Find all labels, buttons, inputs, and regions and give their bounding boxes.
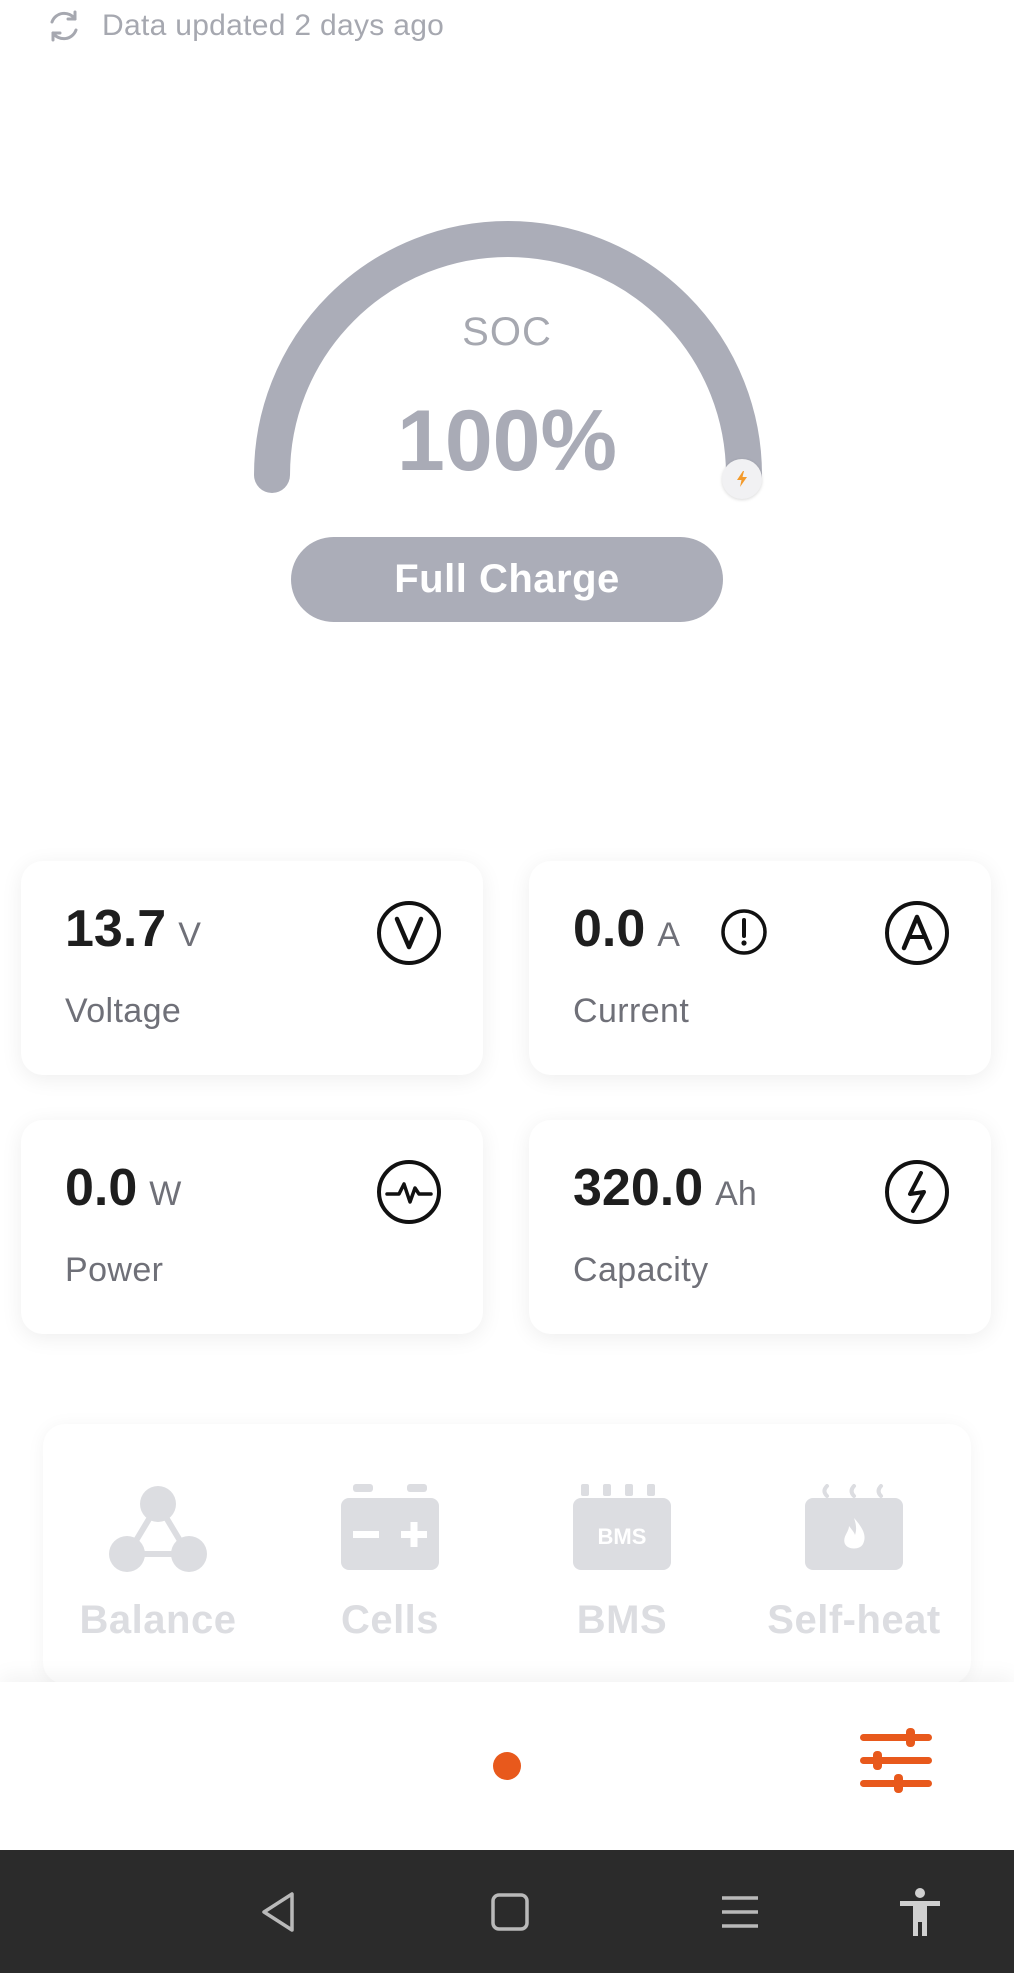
voltage-card[interactable]: 13.7 V Voltage (21, 861, 483, 1075)
self-heat-icon (805, 1484, 903, 1570)
battery-cells-icon (341, 1484, 439, 1570)
battery-dashboard: Data updated 2 days ago SOC 100% Full Ch… (0, 0, 1014, 1973)
current-unit: A (657, 916, 680, 954)
current-value: 0.0 (573, 900, 646, 958)
tool-bms-label: BMS (576, 1598, 668, 1642)
balance-icon (109, 1486, 207, 1572)
bottom-app-bar (0, 1682, 1014, 1850)
current-card[interactable]: 0.0 A Current (529, 861, 991, 1075)
refresh-icon[interactable] (44, 6, 84, 46)
power-value: 0.0 (65, 1159, 138, 1217)
voltage-unit: V (178, 916, 201, 954)
bms-icon: BMS (573, 1484, 671, 1570)
tools-panel: Balance Cells BMS BMS Self-heat (43, 1424, 971, 1684)
pulse-icon (377, 1160, 441, 1224)
tool-cells-label: Cells (340, 1598, 440, 1642)
current-label: Current (573, 992, 690, 1030)
recents-icon[interactable] (714, 1886, 766, 1938)
power-label: Power (65, 1251, 164, 1289)
alert-circle-icon[interactable] (719, 907, 769, 957)
charging-indicator (722, 459, 762, 499)
capacity-card[interactable]: 320.0 Ah Capacity (529, 1120, 991, 1334)
tool-self-heat-label: Self-heat (767, 1598, 941, 1642)
settings-sliders-icon[interactable] (858, 1726, 934, 1794)
capacity-unit: Ah (715, 1175, 757, 1213)
tool-self-heat[interactable]: Self-heat (754, 1484, 954, 1643)
charge-status-badge: Full Charge (291, 537, 723, 622)
tool-cells[interactable]: Cells (290, 1484, 490, 1643)
accessibility-icon[interactable] (894, 1886, 946, 1938)
power-card[interactable]: 0.0 W Power (21, 1120, 483, 1334)
soc-value: 100% (397, 393, 617, 489)
bms-icon-text: BMS (598, 1524, 647, 1549)
system-navigation-bar (0, 1850, 1014, 1973)
ampere-icon (885, 901, 949, 965)
tool-balance[interactable]: Balance (58, 1484, 258, 1643)
capacity-value: 320.0 (573, 1159, 704, 1217)
voltage-value: 13.7 (65, 900, 167, 958)
data-updated-status[interactable]: Data updated 2 days ago (44, 6, 444, 46)
tool-balance-label: Balance (79, 1598, 237, 1642)
voltage-label: Voltage (65, 992, 182, 1030)
bolt-icon (885, 1160, 949, 1224)
page-indicator-dot (493, 1752, 521, 1780)
home-icon[interactable] (484, 1886, 536, 1938)
updated-text: Data updated 2 days ago (102, 9, 445, 42)
soc-label: SOC (462, 310, 552, 354)
lightning-icon (737, 471, 747, 487)
voltage-icon (377, 901, 441, 965)
power-unit: W (149, 1175, 182, 1213)
capacity-label: Capacity (573, 1251, 709, 1289)
tool-bms[interactable]: BMS BMS (522, 1484, 722, 1643)
back-icon[interactable] (254, 1886, 306, 1938)
